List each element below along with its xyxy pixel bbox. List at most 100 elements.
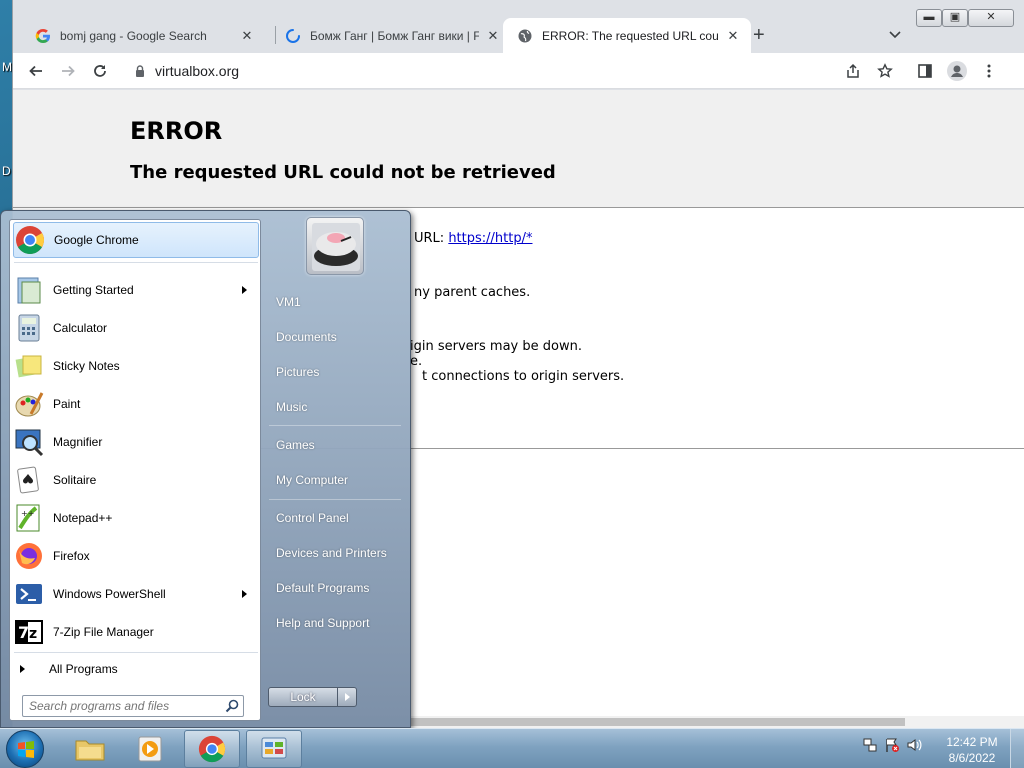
firefox-icon	[16, 543, 42, 569]
search-icon[interactable]	[225, 699, 239, 713]
error-title: ERROR	[130, 117, 223, 145]
address-bar[interactable]: virtualbox.org	[123, 57, 903, 85]
tab-title: bomj gang - Google Search	[60, 28, 207, 43]
clock-time: 12:42 PM	[946, 735, 998, 749]
place-games[interactable]: Games	[267, 430, 403, 460]
start-search-input[interactable]	[29, 696, 219, 716]
calculator-icon	[18, 314, 40, 342]
all-programs-separator	[14, 652, 258, 653]
start-search-box[interactable]	[22, 695, 244, 717]
paint-icon	[15, 392, 44, 417]
share-button[interactable]	[842, 60, 864, 82]
program-solitaire[interactable]: Solitaire	[13, 462, 259, 498]
tab-google-search[interactable]: bomj gang - Google Search ✕	[21, 18, 265, 53]
program-sticky-notes[interactable]: Sticky Notes	[13, 348, 259, 384]
program-firefox[interactable]: Firefox	[13, 538, 259, 574]
bookmark-button[interactable]	[874, 60, 896, 82]
profile-button[interactable]	[946, 60, 968, 82]
reload-button[interactable]	[89, 60, 111, 82]
taskbar-explorer[interactable]	[62, 730, 118, 768]
shutdown-options-arrow-button[interactable]	[337, 687, 357, 707]
program-notepadpp[interactable]: ++ Notepad++	[13, 500, 259, 536]
program-7zip[interactable]: 7z 7-Zip File Manager	[13, 614, 259, 650]
chrome-icon	[198, 735, 226, 763]
notification-area	[862, 737, 922, 753]
tab-close-button[interactable]: ✕	[239, 28, 255, 44]
program-calculator[interactable]: Calculator	[13, 310, 259, 346]
action-center-flag-icon[interactable]	[884, 737, 900, 753]
clock[interactable]: 12:42 PM 8/6/2022	[940, 734, 1004, 766]
reload-icon	[94, 65, 106, 77]
start-button[interactable]	[6, 730, 44, 768]
place-control-panel[interactable]: Control Panel	[267, 503, 403, 533]
scrollbar-thumb[interactable]	[411, 718, 905, 726]
solitaire-icon	[17, 466, 39, 494]
start-menu: Google Chrome Getting Started Calculator…	[0, 210, 411, 728]
user-picture[interactable]	[306, 217, 364, 275]
desktop-icon-label[interactable]: D	[2, 164, 11, 178]
place-devices-and-printers[interactable]: Devices and Printers	[267, 538, 403, 568]
all-programs-label: All Programs	[49, 662, 118, 676]
taskbar-chrome[interactable]	[184, 730, 240, 768]
back-arrow-icon	[29, 65, 42, 77]
control-panel-icon	[261, 737, 287, 759]
program-label: Notepad++	[53, 511, 113, 525]
forward-button[interactable]	[57, 60, 79, 82]
forward-arrow-icon	[62, 65, 75, 77]
place-pictures[interactable]: Pictures	[267, 357, 403, 387]
submenu-arrow-icon[interactable]	[242, 590, 247, 598]
clock-date: 8/6/2022	[948, 751, 996, 765]
all-programs-button[interactable]: All Programs	[20, 660, 118, 678]
desktop-icon-label[interactable]: M	[2, 60, 12, 74]
tab-search-chevron-icon[interactable]	[887, 26, 903, 42]
program-google-chrome[interactable]: Google Chrome	[13, 222, 259, 258]
tab-error-page[interactable]: ERROR: The requested URL could ✕	[503, 18, 751, 53]
program-label: Getting Started	[53, 283, 134, 297]
tab-strip: bomj gang - Google Search ✕ Бомж Ганг | …	[13, 0, 1024, 53]
url-text[interactable]: virtualbox.org	[155, 63, 239, 79]
tab-close-button[interactable]: ✕	[725, 28, 741, 44]
error-text-line: igin servers may be down.	[410, 339, 582, 354]
requested-url-link[interactable]: https://http/*	[448, 231, 532, 246]
programs-pane: Google Chrome Getting Started Calculator…	[9, 219, 261, 721]
new-tab-button[interactable]: +	[753, 25, 765, 45]
more-vert-icon	[987, 64, 991, 78]
browser-toolbar: virtualbox.org	[13, 53, 1024, 89]
share-icon	[847, 63, 859, 78]
google-icon	[35, 28, 50, 43]
taskbar-media-player[interactable]	[122, 730, 178, 768]
close-window-button[interactable]: ✕	[968, 9, 1014, 27]
program-getting-started[interactable]: Getting Started	[13, 272, 259, 308]
place-default-programs[interactable]: Default Programs	[267, 573, 403, 603]
url-label: URL:	[414, 231, 445, 246]
volume-icon[interactable]	[906, 737, 922, 753]
side-panel-button[interactable]	[914, 60, 936, 82]
error-header: ERROR The requested URL could not be ret…	[13, 90, 1024, 208]
menu-button[interactable]	[978, 60, 1000, 82]
program-magnifier[interactable]: Magnifier	[13, 424, 259, 460]
place-my-computer[interactable]: My Computer	[267, 465, 403, 495]
lock-button[interactable]: Lock	[268, 687, 338, 707]
place-help-and-support[interactable]: Help and Support	[267, 608, 403, 638]
place-vm1[interactable]: VM1	[267, 287, 403, 317]
place-music[interactable]: Music	[267, 392, 403, 422]
network-icon[interactable]	[862, 737, 878, 753]
folder-icon	[75, 740, 105, 761]
media-player-icon	[138, 736, 162, 762]
tab-title: ERROR: The requested URL could	[542, 28, 719, 43]
submenu-arrow-icon[interactable]	[242, 286, 247, 294]
lock-icon[interactable]	[133, 64, 147, 78]
all-programs-arrow-icon	[20, 665, 25, 673]
program-powershell[interactable]: Windows PowerShell	[13, 576, 259, 612]
program-label: Firefox	[53, 549, 90, 563]
taskbar-control-panel[interactable]	[246, 730, 302, 768]
tab-close-button[interactable]: ✕	[485, 28, 501, 44]
svg-text:7: 7	[18, 623, 29, 642]
back-button[interactable]	[25, 60, 47, 82]
minimize-button[interactable]: ▬	[916, 9, 942, 27]
show-desktop-button[interactable]	[1010, 729, 1024, 768]
place-documents[interactable]: Documents	[267, 322, 403, 352]
tab-bomj-gang-wiki[interactable]: Бомж Ганг | Бомж Ганг вики | Fa ✕	[271, 18, 511, 53]
program-paint[interactable]: Paint	[13, 386, 259, 422]
maximize-button[interactable]: ▣	[942, 9, 968, 27]
